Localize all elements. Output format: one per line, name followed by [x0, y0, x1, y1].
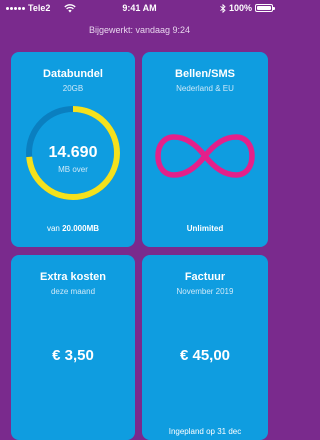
- extra-costs-card[interactable]: Extra kosten deze maand € 3,50: [11, 255, 135, 440]
- calls-sms-footer: Unlimited: [186, 224, 224, 233]
- data-total-value: 20.000MB: [62, 224, 100, 233]
- data-remaining-value: 14.690: [48, 144, 98, 161]
- calls-sms-title: Bellen/SMS: [175, 68, 235, 80]
- data-bundle-title: Databundel: [43, 68, 103, 80]
- infinity-icon: [155, 134, 255, 178]
- invoice-title: Factuur: [184, 271, 226, 283]
- extra-costs-subtitle: deze maand: [50, 287, 96, 296]
- battery-percentage: 100%: [228, 3, 252, 13]
- battery-icon: [255, 4, 275, 12]
- battery-fill: [257, 6, 271, 10]
- last-updated-label: Bijgewerkt: vandaag 9:24: [88, 25, 191, 35]
- data-total-footer: van 20.000MB: [11, 224, 135, 233]
- extra-costs-title: Extra kosten: [39, 271, 107, 283]
- invoice-footer: Ingepland op 31 dec: [168, 427, 242, 436]
- invoice-card[interactable]: Factuur November 2019 € 45,00 Ingepland …: [142, 255, 268, 440]
- calls-sms-card[interactable]: Bellen/SMS Nederland & EU Unlimited: [142, 52, 268, 247]
- extra-costs-amount: € 3,50: [52, 347, 94, 364]
- status-right: 100%: [220, 3, 275, 13]
- invoice-subtitle: November 2019: [176, 287, 234, 296]
- data-total-prefix: van: [46, 224, 60, 233]
- bluetooth-icon: [220, 3, 226, 13]
- data-bundle-subtitle: 20GB: [62, 84, 84, 93]
- calls-sms-subtitle: Nederland & EU: [176, 84, 234, 93]
- data-remaining-unit: MB over: [58, 165, 88, 174]
- invoice-amount: € 45,00: [179, 347, 231, 364]
- status-bar: Tele2 9:41 AM 100%: [0, 0, 279, 18]
- data-bundle-card[interactable]: Databundel 20GB 14.690 MB over van 20.00…: [11, 52, 135, 247]
